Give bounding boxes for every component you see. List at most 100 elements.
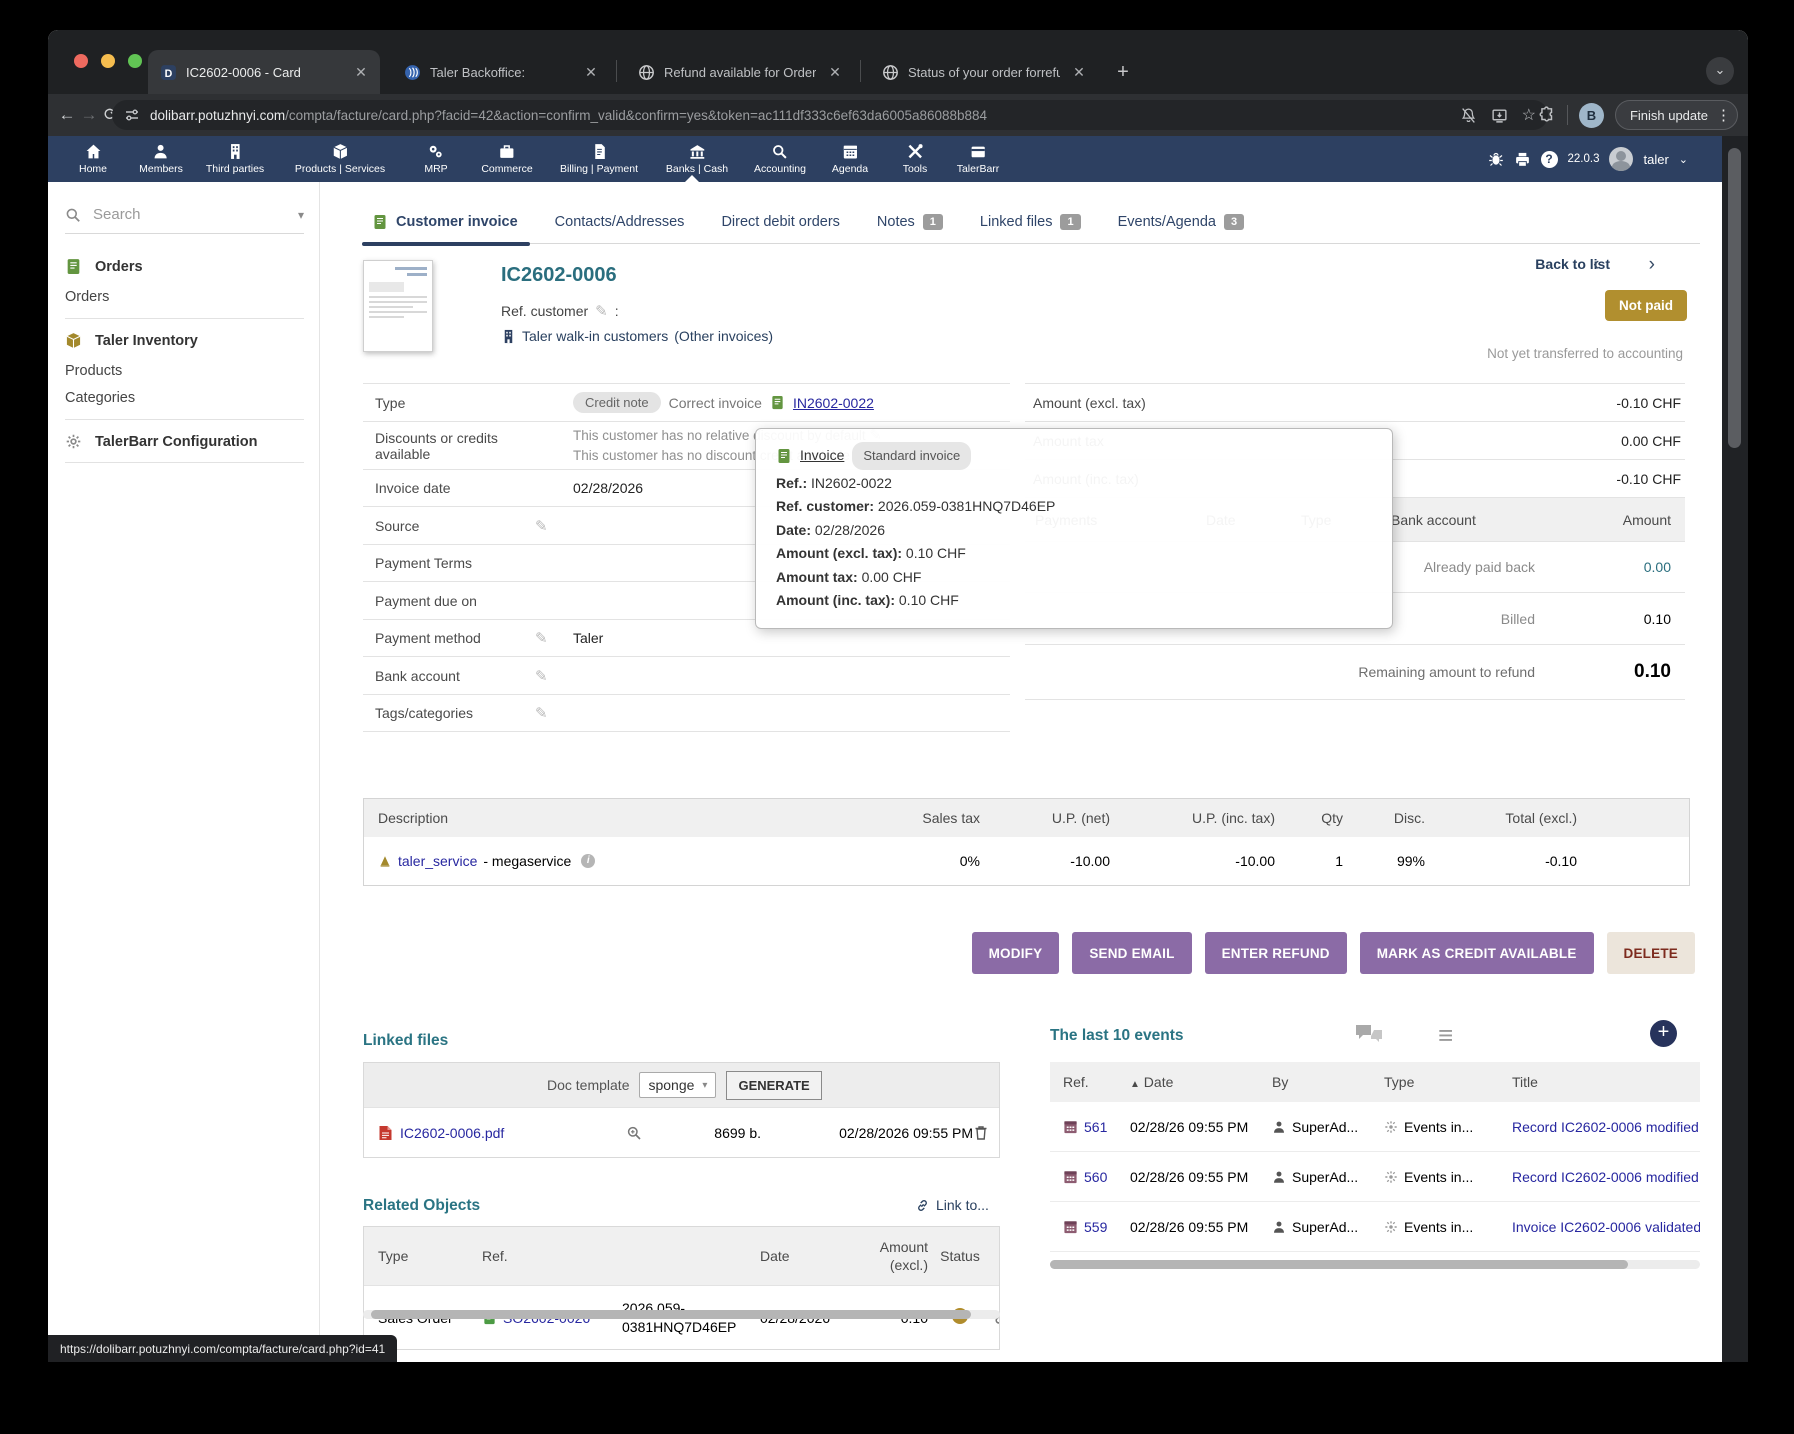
- page-scrollbar[interactable]: [1722, 136, 1748, 1362]
- info-icon[interactable]: i: [581, 854, 595, 868]
- other-invoices-link[interactable]: (Other invoices): [674, 328, 773, 344]
- event-title-link[interactable]: Invoice IC2602-0006 validated: [1512, 1219, 1700, 1235]
- event-title-link[interactable]: Record IC2602-0006 modified: [1512, 1169, 1699, 1185]
- extensions-icon[interactable]: [1538, 106, 1556, 124]
- preview-zoom-icon[interactable]: [626, 1125, 642, 1141]
- chrome-menu-icon[interactable]: ⋮: [1716, 106, 1731, 124]
- menu-home[interactable]: Home: [79, 136, 107, 182]
- tab-search-menu-button[interactable]: ⌄: [1706, 57, 1734, 85]
- browser-tab[interactable]: Status of your order forrefund ✕: [870, 50, 1098, 94]
- trash-icon[interactable]: [973, 1124, 989, 1141]
- browser-tab[interactable]: Taler Backoffice: ✕: [392, 50, 610, 94]
- user-menu-chevron-icon[interactable]: ⌄: [1679, 153, 1688, 166]
- menu-tools[interactable]: Tools: [903, 136, 928, 182]
- user-avatar[interactable]: [1609, 147, 1633, 171]
- edit-pencil-icon[interactable]: ✎: [595, 302, 608, 320]
- site-settings-icon[interactable]: [124, 107, 140, 123]
- forward-icon[interactable]: →: [78, 105, 100, 125]
- menu-commerce[interactable]: Commerce: [481, 136, 532, 182]
- new-tab-button[interactable]: +: [1110, 61, 1136, 84]
- edit-pencil-icon[interactable]: ✎: [535, 668, 548, 685]
- menu-accounting[interactable]: Accounting: [754, 136, 806, 182]
- event-title-link[interactable]: Record IC2602-0006 modified: [1512, 1119, 1699, 1135]
- tab-notes[interactable]: Notes1: [877, 200, 943, 244]
- send-email-button[interactable]: SEND EMAIL: [1072, 932, 1191, 974]
- list-view-icon[interactable]: ≡: [1438, 1020, 1453, 1051]
- edit-pencil-icon[interactable]: ✎: [535, 518, 548, 535]
- close-tab-icon[interactable]: ✕: [352, 64, 370, 81]
- correct-invoice-link[interactable]: IN2602-0022: [793, 395, 874, 411]
- discussion-icon[interactable]: [1354, 1022, 1384, 1048]
- search-expand-icon[interactable]: ▾: [298, 208, 304, 222]
- menu-products-services[interactable]: Products | Services: [295, 136, 385, 182]
- browser-tab-active[interactable]: D IC2602-0006 - Card ✕: [148, 50, 380, 94]
- sidebar-section-orders[interactable]: Orders: [65, 258, 304, 275]
- menu-members[interactable]: Members: [139, 136, 183, 182]
- event-ref-link[interactable]: 559: [1084, 1219, 1107, 1235]
- sidebar-search[interactable]: Search ▾: [65, 204, 304, 234]
- edit-pencil-icon[interactable]: ✎: [535, 705, 548, 722]
- help-icon[interactable]: ?: [1541, 151, 1558, 168]
- sidebar-item-orders[interactable]: Orders: [65, 289, 109, 305]
- related-horizontal-scrollbar[interactable]: [363, 1310, 1000, 1319]
- prev-next-arrows[interactable]: ‹ ›: [1593, 254, 1677, 276]
- sort-date-column[interactable]: ▲ Date: [1130, 1074, 1272, 1090]
- back-icon[interactable]: ←: [56, 105, 78, 125]
- install-app-icon[interactable]: [1491, 107, 1508, 124]
- events-horizontal-scrollbar[interactable]: [1050, 1260, 1700, 1269]
- window-controls[interactable]: [74, 54, 142, 68]
- maximize-window-button[interactable]: [128, 54, 142, 68]
- mark-credit-available-button[interactable]: MARK AS CREDIT AVAILABLE: [1360, 932, 1594, 974]
- close-tab-icon[interactable]: ✕: [582, 64, 600, 81]
- profile-avatar[interactable]: B: [1579, 103, 1604, 128]
- bookmark-star-icon[interactable]: ☆: [1522, 105, 1536, 125]
- doc-template-select[interactable]: sponge ▾: [639, 1072, 716, 1098]
- generate-button[interactable]: GENERATE: [726, 1071, 821, 1100]
- file-link[interactable]: IC2602-0006.pdf: [400, 1125, 504, 1141]
- print-icon[interactable]: [1514, 151, 1531, 168]
- menu-agenda[interactable]: Agenda: [832, 136, 868, 182]
- tools-icon: [906, 143, 923, 160]
- close-tab-icon[interactable]: ✕: [1070, 64, 1088, 81]
- menu-mrp[interactable]: MRP: [424, 136, 447, 182]
- edit-pencil-icon[interactable]: ✎: [535, 630, 548, 647]
- sidebar-divider: [65, 419, 304, 420]
- tab-events-agenda[interactable]: Events/Agenda3: [1118, 200, 1244, 244]
- modify-button[interactable]: MODIFY: [972, 932, 1060, 974]
- event-ref-link[interactable]: 561: [1084, 1119, 1107, 1135]
- tab-direct-debit-orders[interactable]: Direct debit orders: [721, 200, 839, 244]
- menu-billing-payment[interactable]: Billing | Payment: [560, 136, 638, 182]
- minimize-window-button[interactable]: [101, 54, 115, 68]
- notifications-blocked-icon[interactable]: [1460, 107, 1477, 124]
- tab-linked-files[interactable]: Linked files1: [980, 200, 1081, 244]
- tab-customer-invoice[interactable]: Customer invoice: [372, 200, 518, 244]
- delete-button[interactable]: DELETE: [1607, 932, 1695, 974]
- invoice-preview-thumbnail[interactable]: [363, 260, 433, 352]
- browser-tab[interactable]: Refund available for Order to ✕: [626, 50, 854, 94]
- browser-tabstrip: D IC2602-0006 - Card ✕ Taler Backoffice:…: [48, 30, 1748, 94]
- action-buttons: MODIFY SEND EMAIL ENTER REFUND MARK AS C…: [972, 932, 1695, 974]
- enter-refund-button[interactable]: ENTER REFUND: [1205, 932, 1347, 974]
- invoice-banner: IC2602-0006 Ref. customer ✎ : Taler walk…: [363, 254, 1695, 374]
- sidebar-section-talerbarr-config[interactable]: TalerBarr Configuration: [65, 433, 304, 450]
- sidebar-item-categories[interactable]: Categories: [65, 390, 135, 406]
- invoice-icon: [776, 448, 792, 464]
- finish-update-button[interactable]: Finish update ⋮: [1615, 100, 1738, 130]
- customer-link[interactable]: Taler walk-in customers: [522, 328, 668, 344]
- detail-row-bank-account: Bank account ✎: [363, 656, 1010, 694]
- menu-talerbarr[interactable]: TalerBarr: [957, 136, 1000, 182]
- link-to-link[interactable]: Link to...: [915, 1197, 989, 1213]
- debug-bug-icon[interactable]: [1488, 151, 1504, 167]
- address-bar[interactable]: dolibarr.potuzhnyi.com/compta/facture/ca…: [112, 100, 1548, 130]
- user-name[interactable]: taler: [1643, 152, 1668, 167]
- sidebar-section-taler-inventory[interactable]: Taler Inventory: [65, 332, 304, 349]
- sidebar-item-products[interactable]: Products: [65, 363, 122, 379]
- tooltip-title: Invoice: [800, 444, 844, 468]
- event-ref-link[interactable]: 560: [1084, 1169, 1107, 1185]
- tab-contacts-addresses[interactable]: Contacts/Addresses: [555, 200, 685, 244]
- add-event-button[interactable]: +: [1650, 1020, 1677, 1047]
- close-window-button[interactable]: [74, 54, 88, 68]
- product-link[interactable]: taler_service: [398, 853, 477, 869]
- close-tab-icon[interactable]: ✕: [826, 64, 844, 81]
- menu-third-parties[interactable]: Third parties: [206, 136, 264, 182]
